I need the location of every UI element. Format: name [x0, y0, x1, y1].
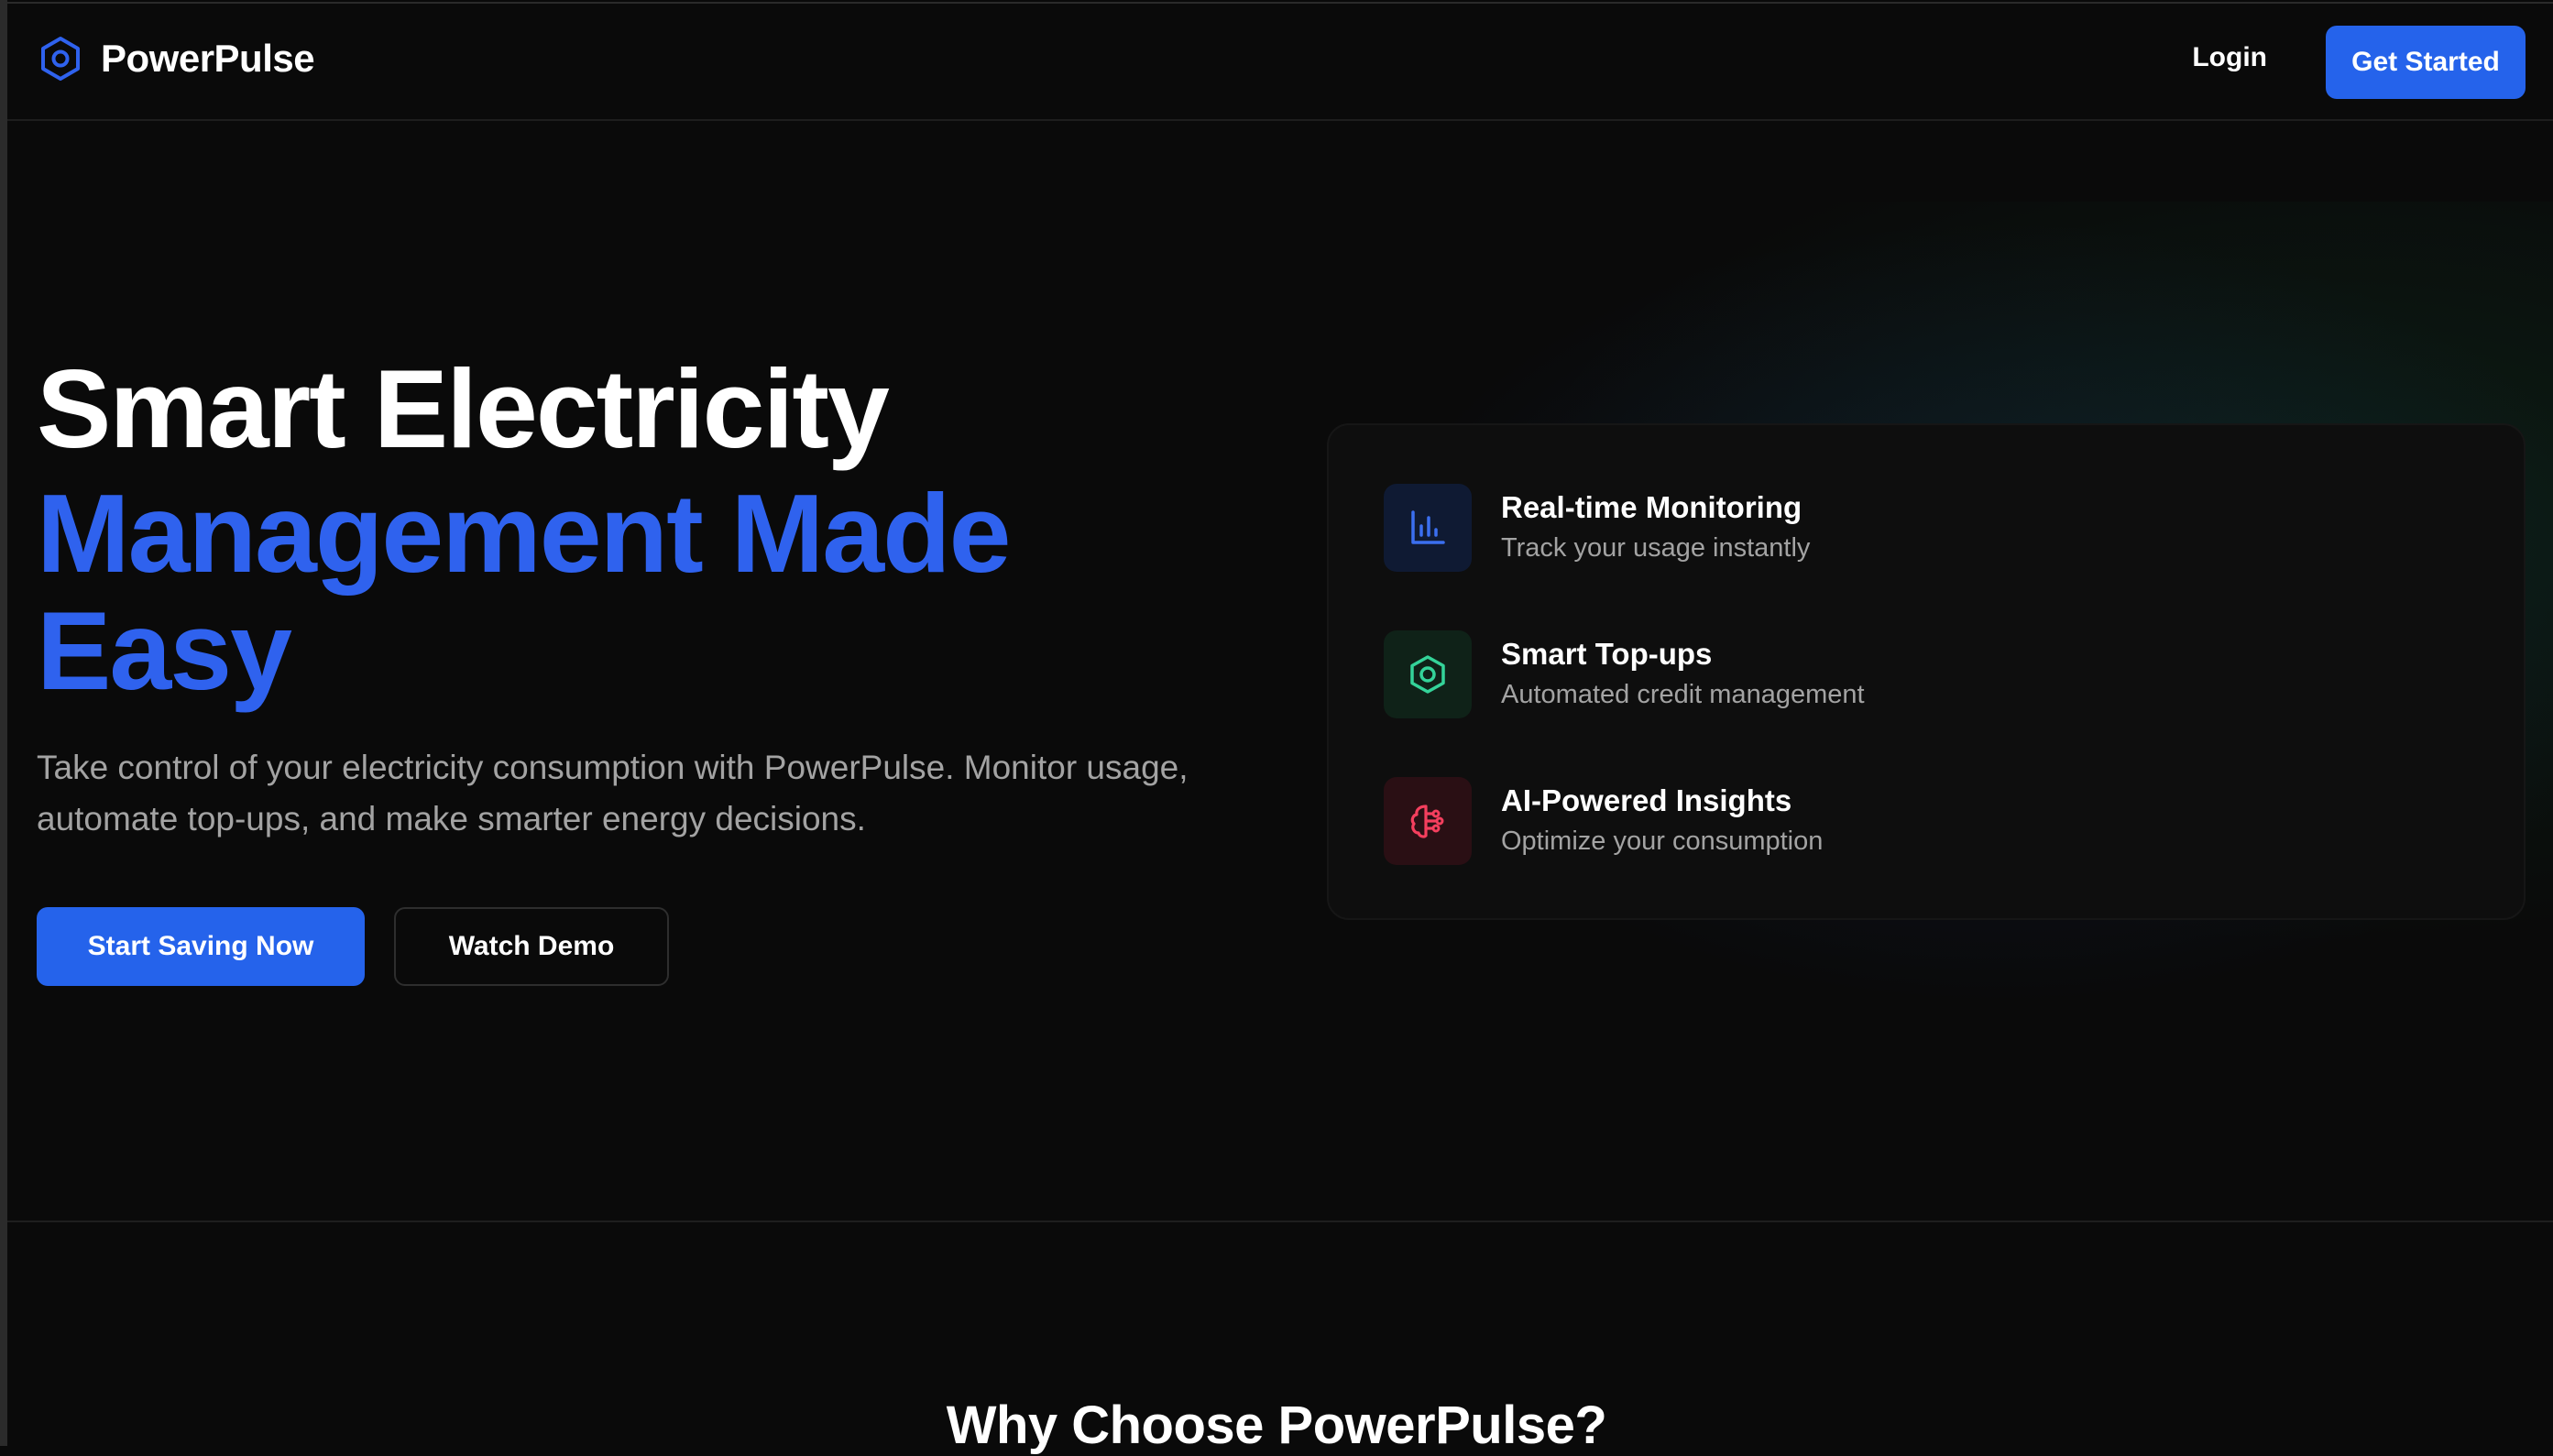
- features-card: Real-time Monitoring Track your usage in…: [1327, 423, 2526, 920]
- hexagon-icon: [1384, 630, 1472, 718]
- feature-subtitle: Track your usage instantly: [1501, 533, 1811, 563]
- feature-item-monitoring: Real-time Monitoring Track your usage in…: [1384, 484, 1810, 572]
- window-edge: [0, 0, 7, 1446]
- why-section-title: Why Choose PowerPulse?: [946, 1396, 1607, 1455]
- hero-title: Smart Electricity Management Made Easy: [37, 346, 1011, 713]
- hexagon-logo-icon: [41, 37, 80, 81]
- feature-subtitle: Automated credit management: [1501, 680, 1865, 709]
- feature-title: AI-Powered Insights: [1501, 783, 1792, 817]
- brand-logo[interactable]: PowerPulse: [37, 35, 315, 82]
- hero-title-line2: Management Made: [37, 471, 1011, 596]
- section-divider: [7, 1221, 2553, 1222]
- brand-name: PowerPulse: [101, 37, 315, 80]
- feature-subtitle: Optimize your consumption: [1501, 827, 1824, 856]
- feature-item-topups: Smart Top-ups Automated credit managemen…: [1384, 630, 1865, 718]
- brain-circuit-icon: [1384, 777, 1472, 865]
- bar-chart-icon: [1384, 484, 1472, 572]
- feature-title: Smart Top-ups: [1501, 637, 1713, 671]
- hero-title-line1: Smart Electricity: [37, 346, 890, 471]
- start-saving-button[interactable]: Start Saving Now: [37, 907, 365, 986]
- login-link[interactable]: Login: [2192, 42, 2267, 73]
- get-started-button[interactable]: Get Started: [2326, 26, 2526, 99]
- feature-title: Real-time Monitoring: [1501, 490, 1802, 524]
- hero-description: Take control of your electricity consump…: [37, 749, 1189, 837]
- feature-item-insights: AI-Powered Insights Optimize your consum…: [1384, 777, 1823, 865]
- top-navbar: PowerPulse Login Get Started: [7, 2, 2553, 121]
- hero-title-line3: Easy: [37, 588, 292, 713]
- watch-demo-button[interactable]: Watch Demo: [394, 907, 669, 986]
